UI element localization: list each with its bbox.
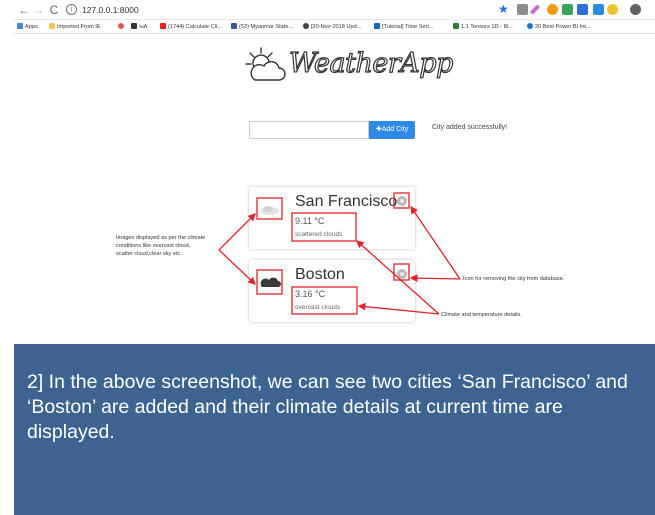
bookmark-facebook[interactable]: (53) Myanmar State... <box>231 22 293 32</box>
caption-panel: 2] In the above screenshot, we can see t… <box>0 339 655 515</box>
link-icon <box>453 23 459 29</box>
app-logo: WeatherApp <box>239 44 454 88</box>
apps-icon <box>17 23 23 29</box>
app-logo-text: WeatherApp <box>288 47 454 79</box>
folder-icon <box>49 23 55 29</box>
site-icon <box>118 23 124 29</box>
k-icon <box>374 23 380 29</box>
city-description: scattered clouds <box>295 231 343 238</box>
extension-icon[interactable] <box>562 4 573 15</box>
bookmark-star-icon[interactable]: ★ <box>498 2 509 16</box>
extension-icon[interactable] <box>593 4 604 15</box>
info-icon[interactable]: i <box>66 4 77 15</box>
bookmark-icon-only[interactable] <box>118 22 126 32</box>
city-description: overcast clouds <box>295 304 341 311</box>
bookmark-tensors[interactable]: 1.1 Tensors 1D - I8... <box>453 22 513 32</box>
city-name: San Francisco <box>295 193 398 210</box>
account-icon[interactable] <box>630 4 641 15</box>
images-annotation: Images displayed as per the climate cond… <box>116 235 206 257</box>
extension-icon[interactable] <box>607 4 618 15</box>
climate-annotation: Climate and temperature details. <box>441 312 522 318</box>
remove-icon-annotation: Icon for removing the city from database… <box>463 276 565 282</box>
bookmark-imported[interactable]: Imported From IE <box>49 22 101 32</box>
city-input[interactable] <box>249 121 369 139</box>
reload-icon[interactable]: C <box>48 3 60 17</box>
facebook-icon <box>231 23 237 29</box>
sun-cloud-icon <box>245 47 286 81</box>
github-icon <box>303 23 309 29</box>
scattered-clouds-icon <box>261 206 279 215</box>
city-temperature: 3.16 °C <box>295 289 326 299</box>
city-name: Boston <box>295 266 345 283</box>
bookmark-tutorial[interactable]: [Tutorial] Time Seri... <box>374 22 433 32</box>
back-icon[interactable]: ← <box>18 3 30 17</box>
city-temperature: 9.11 °C <box>295 216 325 226</box>
remove-city-icon[interactable] <box>397 269 407 279</box>
city-card: San Francisco 9.11 °C scattered clouds <box>249 187 415 249</box>
bookmark-apps[interactable]: Apps <box>17 22 38 32</box>
caption-text: 2] In the above screenshot, we can see t… <box>27 371 628 443</box>
extension-icon[interactable] <box>547 4 558 15</box>
address-bar[interactable]: 127.0.0.1:8000 <box>82 4 139 16</box>
extension-icon[interactable] <box>517 4 528 15</box>
pen-icon[interactable] <box>529 4 541 15</box>
add-city-button[interactable]: ✚Add City <box>369 121 415 139</box>
bookmarks-bar: Apps Imported From IE \uA (1744) Calcula… <box>14 20 655 34</box>
bookmark-la[interactable]: \uA <box>131 22 147 32</box>
extension-icon[interactable] <box>577 4 588 15</box>
bookmark-youtube[interactable]: (1744) Calculate Cli... <box>160 22 222 32</box>
bookmark-powerbi[interactable]: 20 Best Power BI Int... <box>527 22 591 32</box>
overcast-clouds-icon <box>260 277 281 287</box>
chart-icon <box>131 23 137 29</box>
bookmark-update[interactable]: [20-Nov-2018 Upd... <box>303 22 361 32</box>
remove-city-icon[interactable] <box>397 196 407 206</box>
globe-icon <box>527 23 533 29</box>
browser-toolbar: ← → C i 127.0.0.1:8000 ★ <box>14 0 655 20</box>
status-message: City added successfully! <box>432 124 508 131</box>
forward-icon[interactable]: → <box>32 3 44 17</box>
city-card: Boston 3.16 °C overcast clouds <box>249 260 415 322</box>
youtube-icon <box>160 23 166 29</box>
